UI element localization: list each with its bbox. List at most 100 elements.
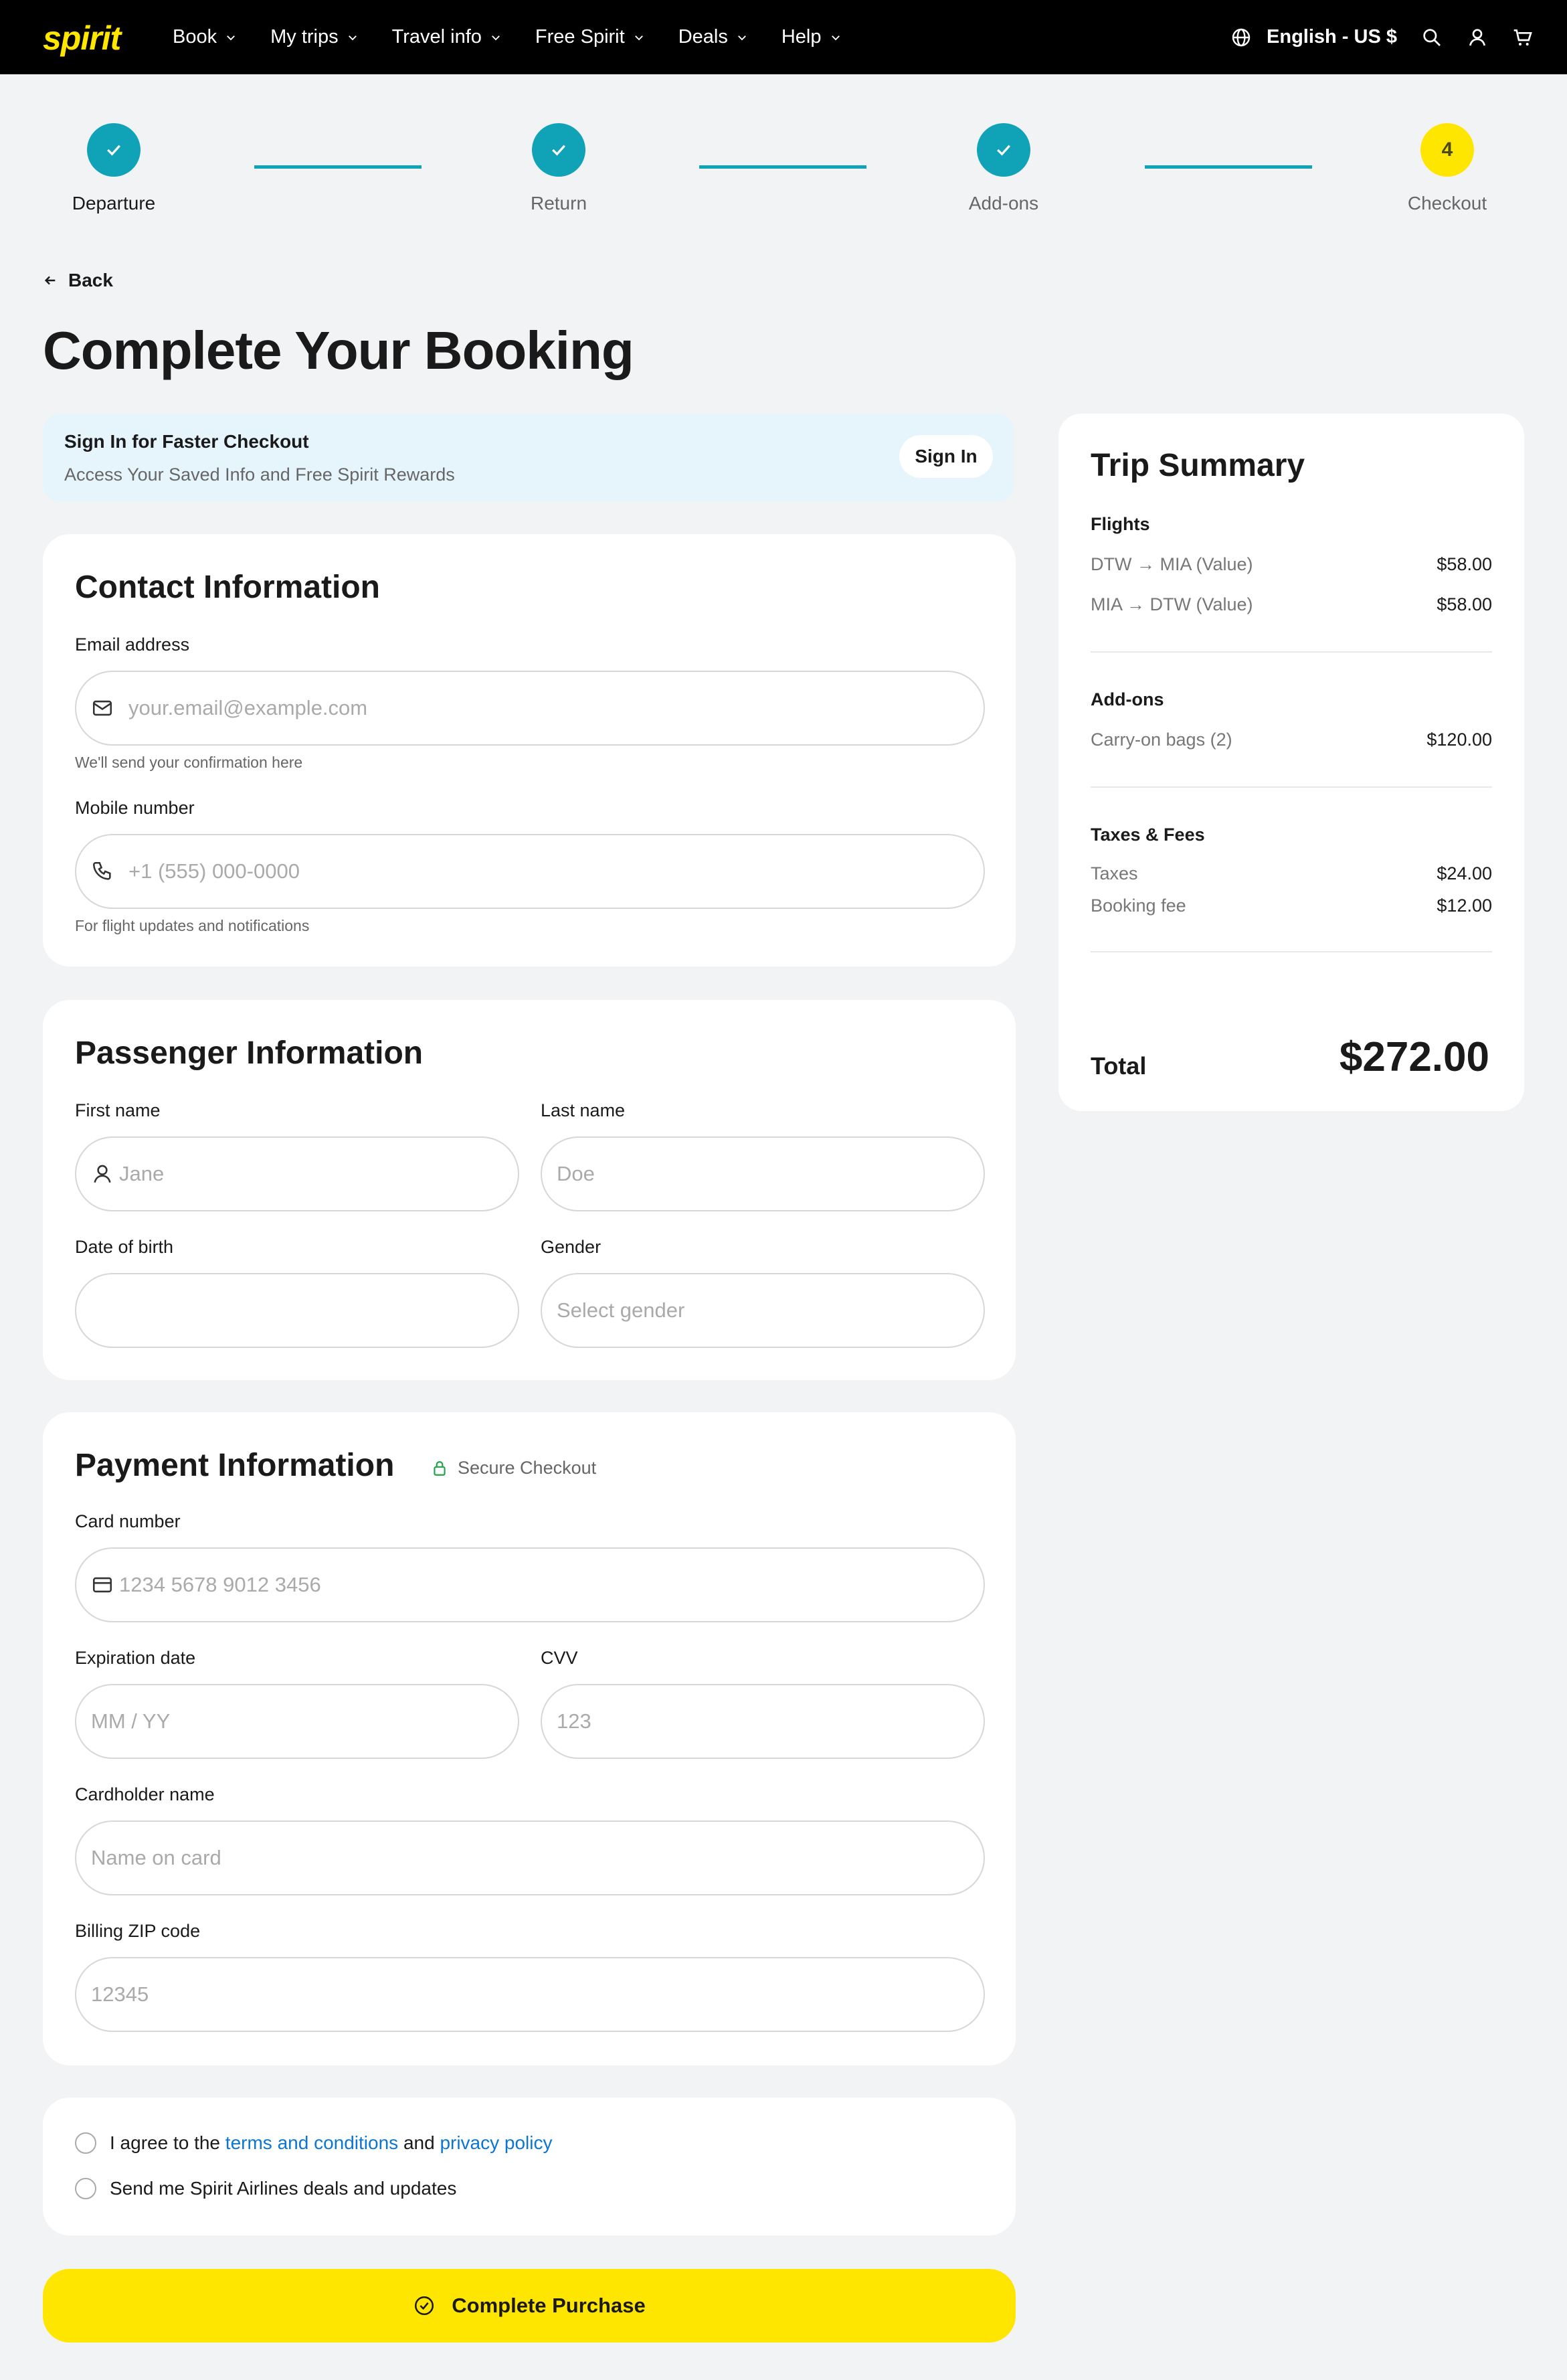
email-hint: We'll send your confirmation here bbox=[75, 754, 303, 771]
expiration-date-field[interactable]: MM / YY bbox=[75, 1684, 519, 1759]
step-connector bbox=[254, 165, 422, 169]
agreements-card: I agree to the terms and conditions and … bbox=[43, 2098, 1016, 2235]
cardholder-name-field[interactable]: Name on card bbox=[75, 1820, 985, 1895]
card-number-placeholder: 1234 5678 9012 3456 bbox=[119, 1573, 321, 1596]
nav-label: Book bbox=[173, 26, 217, 48]
summary-row-price: $24.00 bbox=[1437, 863, 1492, 883]
top-navigation: spirit Book My trips Travel info Free Sp… bbox=[0, 0, 1567, 74]
nav-utilities: English - US $ bbox=[1230, 0, 1534, 74]
nav-item-book[interactable]: Book bbox=[173, 26, 237, 48]
summary-title: Trip Summary bbox=[1091, 448, 1305, 483]
nav-item-free-spirit[interactable]: Free Spirit bbox=[535, 26, 645, 48]
nav-item-help[interactable]: Help bbox=[781, 26, 842, 48]
terms-prefix: I agree to the bbox=[110, 2132, 221, 2153]
last-name-placeholder: Doe bbox=[557, 1162, 595, 1185]
summary-row-label: MIA → DTW (Value) bbox=[1091, 594, 1253, 614]
mobile-field[interactable]: +1 (555) 000-0000 bbox=[75, 834, 985, 909]
check-circle-icon bbox=[415, 2296, 434, 2316]
lock-icon bbox=[434, 1460, 446, 1476]
check-icon bbox=[997, 145, 1010, 156]
cvv-field[interactable]: 123 bbox=[541, 1684, 985, 1759]
cvv-placeholder: 123 bbox=[557, 1709, 591, 1733]
arrow-left-icon bbox=[44, 276, 56, 285]
gender-select[interactable]: Select gender bbox=[541, 1273, 985, 1348]
step-return: Return bbox=[492, 123, 626, 214]
terms-checkbox[interactable] bbox=[75, 2132, 96, 2154]
summary-row-label: Carry-on bags (2) bbox=[1091, 730, 1232, 750]
first-name-field[interactable]: Jane bbox=[75, 1136, 519, 1211]
terms-agreement[interactable]: I agree to the terms and conditions and … bbox=[75, 2132, 553, 2154]
deals-checkbox[interactable] bbox=[75, 2178, 96, 2199]
mobile-label: Mobile number bbox=[75, 798, 195, 818]
expiration-placeholder: MM / YY bbox=[91, 1709, 171, 1733]
check-icon bbox=[107, 145, 120, 156]
card-number-field[interactable]: 1234 5678 9012 3456 bbox=[75, 1547, 985, 1622]
deals-opt-in[interactable]: Send me Spirit Airlines deals and update… bbox=[75, 2178, 456, 2199]
search-icon[interactable] bbox=[1421, 27, 1443, 48]
step-done-indicator bbox=[87, 123, 141, 177]
billing-zip-label: Billing ZIP code bbox=[75, 1921, 201, 1941]
first-name-placeholder: Jane bbox=[119, 1162, 165, 1185]
summary-divider bbox=[1091, 651, 1492, 653]
contact-information-card: Contact Information Email address your.e… bbox=[43, 534, 1016, 966]
last-name-label: Last name bbox=[541, 1100, 626, 1120]
chevron-down-icon bbox=[227, 35, 236, 40]
nav-item-deals[interactable]: Deals bbox=[678, 26, 748, 48]
spirit-logo[interactable]: spirit bbox=[43, 19, 121, 58]
billing-zip-field[interactable]: 12345 bbox=[75, 1957, 985, 2032]
last-name-field[interactable]: Doe bbox=[541, 1136, 985, 1211]
trip-summary: Trip Summary Flights DTW → MIA (Value) $5… bbox=[1058, 414, 1524, 1111]
terms-link[interactable]: terms and conditions bbox=[225, 2132, 398, 2154]
privacy-policy-link[interactable]: privacy policy bbox=[440, 2132, 552, 2154]
sign-in-button[interactable]: Sign In bbox=[899, 435, 993, 478]
user-icon bbox=[94, 1165, 111, 1183]
globe-icon bbox=[1232, 28, 1251, 46]
first-name-label: First name bbox=[75, 1100, 161, 1120]
page-title: Complete Your Booking bbox=[43, 321, 634, 380]
total-value: $272.00 bbox=[1339, 1034, 1489, 1080]
summary-row-price: $12.00 bbox=[1437, 896, 1492, 916]
email-label: Email address bbox=[75, 634, 190, 655]
nav-item-my-trips[interactable]: My trips bbox=[270, 26, 359, 48]
summary-row-label: Taxes bbox=[1091, 863, 1138, 883]
nav-item-travel-info[interactable]: Travel info bbox=[392, 26, 502, 48]
chevron-down-icon bbox=[634, 35, 643, 40]
step-connector bbox=[1145, 165, 1312, 169]
cardholder-name-label: Cardholder name bbox=[75, 1784, 215, 1804]
step-current-indicator: 4 bbox=[1420, 123, 1474, 177]
gender-placeholder: Select gender bbox=[557, 1298, 685, 1322]
summary-row: MIA → DTW (Value) $58.00 bbox=[1091, 594, 1492, 615]
summary-row-price: $58.00 bbox=[1437, 554, 1492, 574]
user-icon[interactable] bbox=[1467, 27, 1488, 48]
email-placeholder: your.email@example.com bbox=[128, 696, 368, 719]
nav-label: Deals bbox=[678, 26, 728, 48]
email-field[interactable]: your.email@example.com bbox=[75, 671, 985, 746]
date-of-birth-field[interactable] bbox=[75, 1273, 519, 1348]
section-title: Payment Information bbox=[75, 1448, 395, 1483]
summary-row-label: DTW → MIA (Value) bbox=[1091, 554, 1253, 574]
nav-menu: Book My trips Travel info Free Spirit De… bbox=[173, 0, 875, 74]
complete-purchase-button[interactable]: Complete Purchase bbox=[43, 2269, 1016, 2343]
payment-information-card: Payment Information Secure Checkout Card… bbox=[43, 1412, 1016, 2065]
signin-title: Sign In for Faster Checkout bbox=[64, 431, 309, 452]
passenger-information-card: Passenger Information First name Jane La… bbox=[43, 1000, 1016, 1380]
gender-label: Gender bbox=[541, 1237, 602, 1257]
credit-card-icon bbox=[92, 1577, 112, 1593]
step-checkout: 4 Checkout bbox=[1380, 123, 1514, 214]
back-button[interactable]: Back bbox=[43, 270, 113, 291]
mail-icon bbox=[92, 700, 112, 716]
step-done-indicator bbox=[532, 123, 585, 177]
terms-and: and bbox=[403, 2132, 435, 2153]
language-selector[interactable]: English - US $ bbox=[1230, 26, 1397, 48]
summary-row: Booking fee $12.00 bbox=[1091, 896, 1492, 916]
summary-row: Taxes $24.00 bbox=[1091, 863, 1492, 884]
summary-divider bbox=[1091, 786, 1492, 788]
mobile-hint: For flight updates and notifications bbox=[75, 917, 310, 934]
phone-icon bbox=[92, 861, 111, 880]
signin-subtitle: Access Your Saved Info and Free Spirit R… bbox=[64, 464, 455, 485]
cardholder-name-placeholder: Name on card bbox=[91, 1846, 221, 1869]
cart-icon[interactable] bbox=[1512, 27, 1534, 48]
signin-banner: Sign In for Faster Checkout Access Your … bbox=[43, 414, 1014, 502]
step-done-indicator bbox=[977, 123, 1030, 177]
section-title: Passenger Information bbox=[75, 1035, 424, 1071]
